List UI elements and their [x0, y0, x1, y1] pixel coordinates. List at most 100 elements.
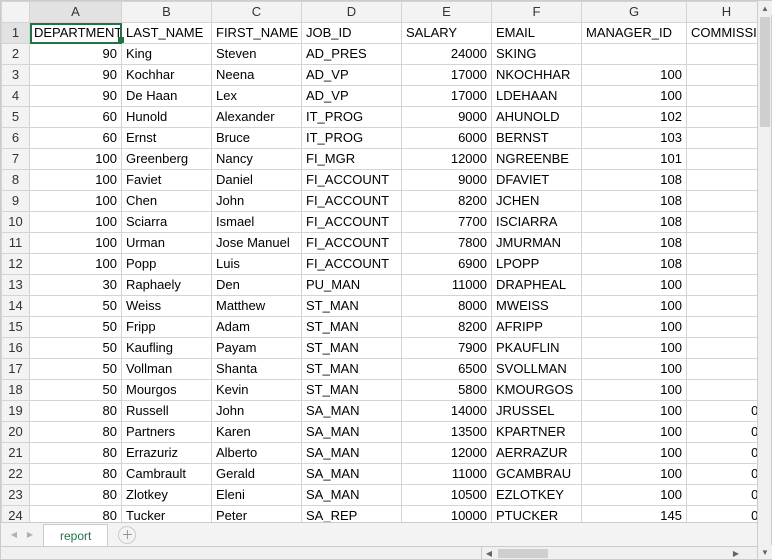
cell[interactable]: 100	[582, 65, 687, 86]
cell[interactable]: BERNST	[492, 128, 582, 149]
cell[interactable]: Matthew	[212, 296, 302, 317]
cell[interactable]: Hunold	[122, 107, 212, 128]
cell[interactable]: 13500	[402, 422, 492, 443]
select-all-corner[interactable]	[2, 2, 30, 23]
cell[interactable]: 8200	[402, 191, 492, 212]
cell[interactable]: Luis	[212, 254, 302, 275]
cell[interactable]: 100	[582, 86, 687, 107]
col-header-G[interactable]: G	[582, 2, 687, 23]
row-header[interactable]: 16	[2, 338, 30, 359]
col-header-B[interactable]: B	[122, 2, 212, 23]
cell[interactable]: 108	[582, 233, 687, 254]
cell[interactable]: GCAMBRAU	[492, 464, 582, 485]
cell[interactable]: KPARTNER	[492, 422, 582, 443]
col-header-E[interactable]: E	[402, 2, 492, 23]
cell[interactable]: Urman	[122, 233, 212, 254]
cell[interactable]	[687, 149, 758, 170]
row-header[interactable]: 10	[2, 212, 30, 233]
cell[interactable]: 100	[30, 149, 122, 170]
cell[interactable]: SA_MAN	[302, 464, 402, 485]
cell[interactable]: Jose Manuel	[212, 233, 302, 254]
cell[interactable]: 100	[582, 275, 687, 296]
cell[interactable]: Bruce	[212, 128, 302, 149]
row-header[interactable]: 22	[2, 464, 30, 485]
cell[interactable]: SKING	[492, 44, 582, 65]
cell[interactable]: EZLOTKEY	[492, 485, 582, 506]
row-header[interactable]: 21	[2, 443, 30, 464]
cell[interactable]: 100	[582, 422, 687, 443]
cell[interactable]: 102	[582, 107, 687, 128]
cell[interactable]: Raphaely	[122, 275, 212, 296]
cell[interactable]: 100	[582, 380, 687, 401]
cell[interactable]: Gerald	[212, 464, 302, 485]
row-header[interactable]: 5	[2, 107, 30, 128]
row-header[interactable]: 23	[2, 485, 30, 506]
add-sheet-button[interactable]: ＋	[118, 526, 136, 544]
cell[interactable]: Popp	[122, 254, 212, 275]
spreadsheet-grid[interactable]: A B C D E F G H 1DEPARTMENT_IDLAST_NAMEF…	[1, 1, 757, 529]
cell[interactable]: 100	[30, 212, 122, 233]
tab-nav-next-icon[interactable]: ▶	[23, 528, 37, 542]
cell[interactable]: 80	[30, 485, 122, 506]
cell[interactable]: Kaufling	[122, 338, 212, 359]
cell[interactable]: IT_PROG	[302, 128, 402, 149]
cell[interactable]: 0.	[687, 422, 758, 443]
cell[interactable]	[687, 128, 758, 149]
cell[interactable]: 50	[30, 296, 122, 317]
cell[interactable]: 60	[30, 107, 122, 128]
cell[interactable]: 9000	[402, 170, 492, 191]
fill-handle[interactable]	[118, 37, 124, 43]
cell[interactable]: PKAUFLIN	[492, 338, 582, 359]
cell[interactable]	[687, 44, 758, 65]
cell[interactable]: LPOPP	[492, 254, 582, 275]
cell[interactable]	[687, 212, 758, 233]
cell[interactable]: 14000	[402, 401, 492, 422]
cell[interactable]: SA_MAN	[302, 422, 402, 443]
tab-nav-prev-icon[interactable]: ◀	[7, 528, 21, 542]
cell[interactable]: 7800	[402, 233, 492, 254]
cell[interactable]: 100	[30, 191, 122, 212]
hscroll-left-icon[interactable]: ◀	[482, 547, 496, 560]
cell[interactable]: Errazuriz	[122, 443, 212, 464]
row-header[interactable]: 6	[2, 128, 30, 149]
cell[interactable]: 80	[30, 443, 122, 464]
row-header[interactable]: 20	[2, 422, 30, 443]
cell[interactable]	[687, 317, 758, 338]
cell[interactable]: Mourgos	[122, 380, 212, 401]
cell[interactable]: Fripp	[122, 317, 212, 338]
cell[interactable]: 50	[30, 338, 122, 359]
cell[interactable]: ST_MAN	[302, 359, 402, 380]
cell[interactable]: 0.	[687, 464, 758, 485]
cell[interactable]: 8200	[402, 317, 492, 338]
cell[interactable]: Chen	[122, 191, 212, 212]
cell[interactable]: Steven	[212, 44, 302, 65]
cell[interactable]: 0.	[687, 485, 758, 506]
row-header[interactable]: 4	[2, 86, 30, 107]
cell[interactable]: 10500	[402, 485, 492, 506]
cell[interactable]: 100	[582, 485, 687, 506]
cell[interactable]: 7700	[402, 212, 492, 233]
cell[interactable]: AD_VP	[302, 86, 402, 107]
row-header[interactable]: 1	[2, 23, 30, 44]
vscrollbar[interactable]: ▲ ▼	[757, 1, 771, 559]
cell[interactable]: DRAPHEAL	[492, 275, 582, 296]
cell[interactable]: SALARY	[402, 23, 492, 44]
cell[interactable]: Shanta	[212, 359, 302, 380]
row-header[interactable]: 3	[2, 65, 30, 86]
cell[interactable]: Kochhar	[122, 65, 212, 86]
cell[interactable]: 60	[30, 128, 122, 149]
hscrollbar[interactable]: ◀ ▶	[1, 546, 757, 559]
cell[interactable]: Ernst	[122, 128, 212, 149]
cell[interactable]: 0.	[687, 443, 758, 464]
cell[interactable]: Greenberg	[122, 149, 212, 170]
col-header-H[interactable]: H	[687, 2, 758, 23]
cell[interactable]: ISCIARRA	[492, 212, 582, 233]
cell[interactable]: Kevin	[212, 380, 302, 401]
cell[interactable]: 50	[30, 359, 122, 380]
cell[interactable]	[687, 233, 758, 254]
cell[interactable]: 100	[30, 170, 122, 191]
sheet-tab-report[interactable]: report	[43, 524, 108, 546]
cell[interactable]: JMURMAN	[492, 233, 582, 254]
row-header[interactable]: 14	[2, 296, 30, 317]
cell[interactable]	[687, 380, 758, 401]
